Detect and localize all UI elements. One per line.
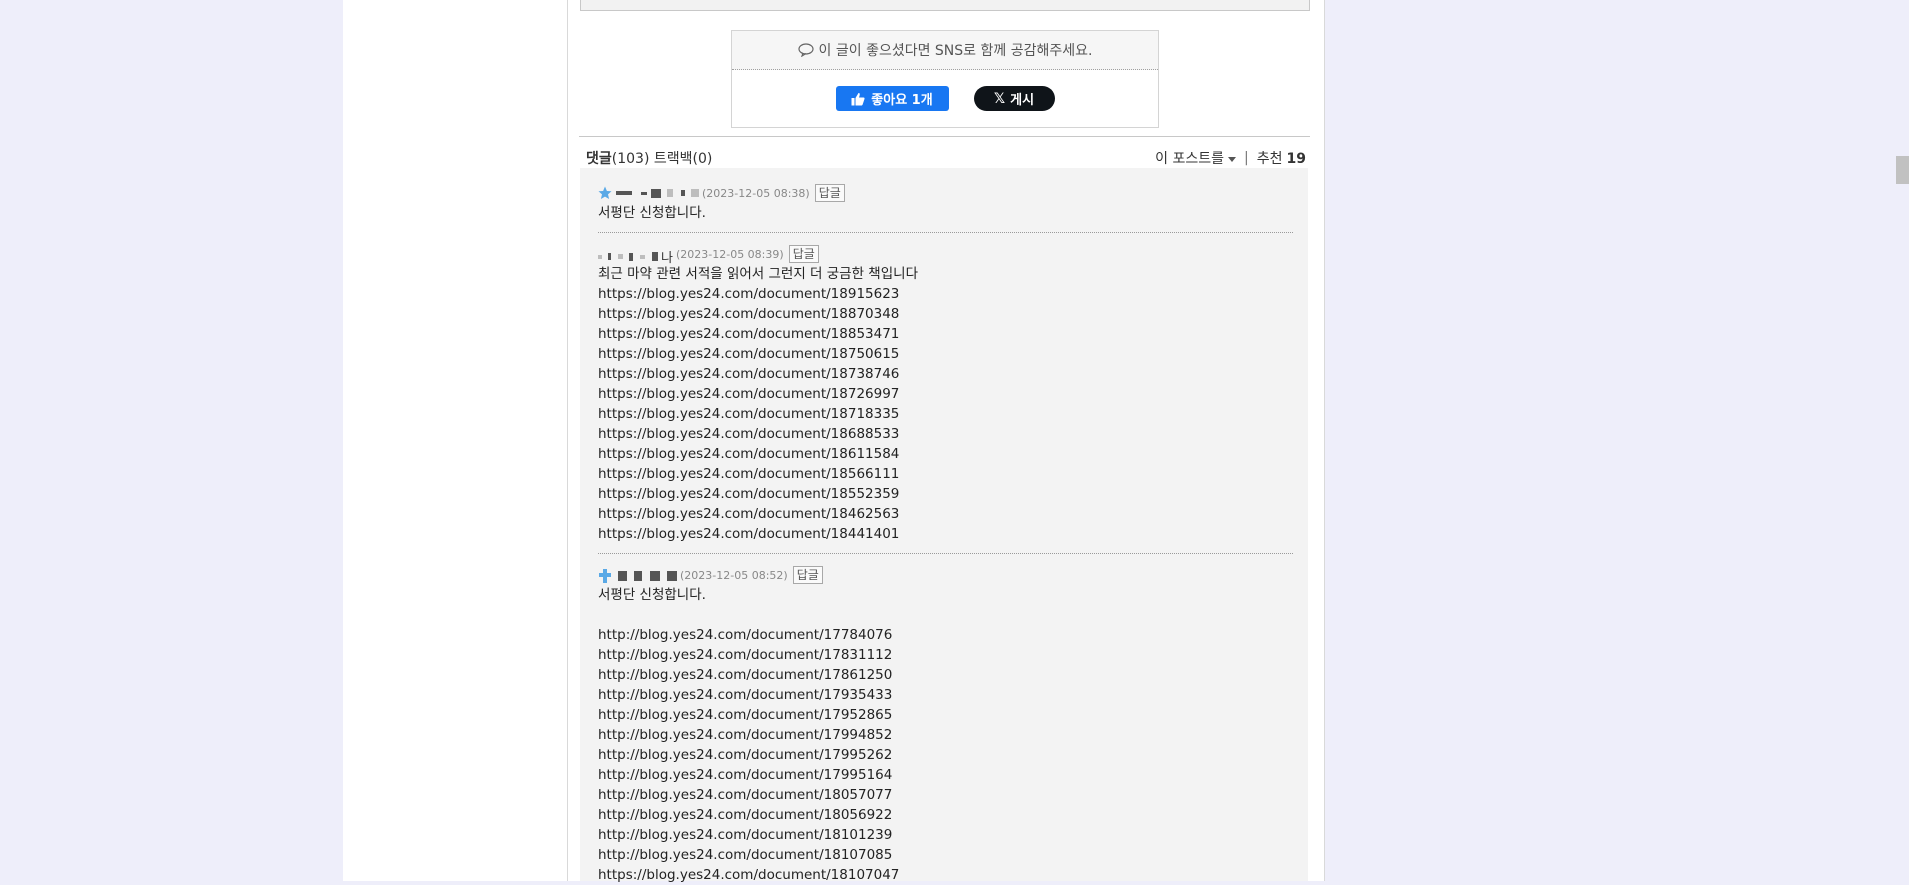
- comment-head: 나 (2023-12-05 08:39) 답글: [598, 244, 1293, 266]
- comment-separator: [598, 553, 1293, 554]
- reply-button[interactable]: 답글: [788, 245, 819, 263]
- recommend-count: 19: [1286, 151, 1306, 167]
- sns-message: 이 글이 좋으셨다면 SNS로 함께 공감해주세요.: [818, 43, 1093, 59]
- commenter-nickname[interactable]: 나: [598, 247, 673, 266]
- comment-link[interactable]: https://blog.yes24.com/document/18915623: [598, 284, 1293, 304]
- x-post-button[interactable]: 𝕏 게시: [973, 86, 1055, 111]
- comment-line: 서평단 신청합니다.: [598, 205, 706, 221]
- sns-message-row: 이 글이 좋으셨다면 SNS로 함께 공감해주세요.: [732, 31, 1158, 70]
- comment-head: (2023-12-05 08:38) 답글: [598, 183, 1293, 203]
- comment-link[interactable]: http://blog.yes24.com/document/17995164: [598, 765, 1293, 785]
- separator: |: [1244, 150, 1249, 166]
- comment-link[interactable]: http://blog.yes24.com/document/17952865: [598, 705, 1293, 725]
- comment-header: 댓글(103) 트랙백(0) 이 포스트를 | 추천 19: [586, 148, 1306, 168]
- comment-link[interactable]: https://blog.yes24.com/document/18566111: [598, 464, 1293, 484]
- comment-link[interactable]: https://blog.yes24.com/document/18726997: [598, 384, 1293, 404]
- comment-link[interactable]: https://blog.yes24.com/document/18552359: [598, 484, 1293, 504]
- comment-link[interactable]: http://blog.yes24.com/document/17935433: [598, 685, 1293, 705]
- comment-date: (2023-12-05 08:52): [680, 568, 788, 582]
- comment-link[interactable]: http://blog.yes24.com/document/17861250: [598, 665, 1293, 685]
- comment-link[interactable]: https://blog.yes24.com/document/18611584: [598, 444, 1293, 464]
- post-menu-dropdown[interactable]: 이 포스트를: [1155, 148, 1237, 168]
- trackback-tab[interactable]: 트랙백(0): [654, 151, 712, 167]
- blogger-badge-icon: [598, 186, 612, 199]
- x-logo-icon: 𝕏: [993, 90, 1006, 107]
- comment-link[interactable]: https://blog.yes24.com/document/18107047: [598, 865, 1293, 885]
- comment-date: (2023-12-05 08:39): [675, 247, 784, 261]
- x-post-label: 게시: [1010, 93, 1035, 108]
- comment-line: 서평단 신청합니다.: [598, 587, 706, 603]
- commenter-nickname[interactable]: [598, 186, 699, 200]
- comment-body: 최근 마약 관련 서적을 읽어서 그런지 더 궁금한 책입니다 https://…: [598, 264, 1293, 544]
- comment-link[interactable]: https://blog.yes24.com/document/18750615: [598, 344, 1293, 364]
- content-right-border: [1324, 0, 1325, 881]
- caret-down-icon: [1228, 156, 1237, 162]
- comment-link[interactable]: https://blog.yes24.com/document/18870348: [598, 304, 1293, 324]
- comment-item: 나 (2023-12-05 08:39) 답글 최근 마약 관련 서적을 읽어서…: [598, 244, 1293, 544]
- sns-share-box: 이 글이 좋으셨다면 SNS로 함께 공감해주세요. 좋아요 1개 𝕏 게시: [731, 30, 1159, 128]
- blogger-badge-icon: [599, 569, 611, 583]
- content-left-border: [567, 0, 568, 881]
- page-container: 이 글이 좋으셨다면 SNS로 함께 공감해주세요. 좋아요 1개 𝕏 게시 댓…: [343, 0, 1325, 883]
- recommend-button[interactable]: 추천 19: [1257, 148, 1306, 168]
- comment-body: 서평단 신청합니다.: [598, 203, 1293, 223]
- comments-tab[interactable]: 댓글(103): [586, 151, 649, 167]
- post-actions: 이 포스트를 | 추천 19: [1155, 148, 1306, 168]
- comment-link[interactable]: http://blog.yes24.com/document/17784076: [598, 625, 1293, 645]
- comment-tabs: 댓글(103) 트랙백(0): [586, 148, 712, 168]
- commenter-nickname[interactable]: [598, 568, 677, 583]
- sns-buttons-row: 좋아요 1개 𝕏 게시: [732, 70, 1158, 127]
- comment-link[interactable]: http://blog.yes24.com/document/18107085: [598, 845, 1293, 865]
- facebook-like-label: 좋아요 1개: [871, 93, 933, 108]
- comment-list: (2023-12-05 08:38) 답글 서평단 신청합니다. 나 (2023…: [580, 168, 1308, 883]
- comment-link[interactable]: http://blog.yes24.com/document/18057077: [598, 785, 1293, 805]
- comment-item: (2023-12-05 08:38) 답글 서평단 신청합니다.: [598, 183, 1293, 223]
- comment-link[interactable]: https://blog.yes24.com/document/18718335: [598, 404, 1293, 424]
- facebook-like-button[interactable]: 좋아요 1개: [835, 86, 949, 111]
- speech-bubble-icon: [797, 43, 814, 57]
- comment-line: [598, 605, 1293, 625]
- comment-body: 서평단 신청합니다. http://blog.yes24.com/documen…: [598, 585, 1293, 885]
- comment-date: (2023-12-05 08:38): [702, 186, 810, 200]
- comment-link[interactable]: http://blog.yes24.com/document/17831112: [598, 645, 1293, 665]
- reply-button[interactable]: 답글: [814, 184, 845, 202]
- comment-link[interactable]: http://blog.yes24.com/document/18101239: [598, 825, 1293, 845]
- comment-item: (2023-12-05 08:52) 답글 서평단 신청합니다. http://…: [598, 565, 1293, 885]
- comment-link[interactable]: https://blog.yes24.com/document/18688533: [598, 424, 1293, 444]
- comment-separator: [598, 232, 1293, 233]
- scrollbar-thumb[interactable]: [1896, 156, 1909, 184]
- comment-link[interactable]: https://blog.yes24.com/document/18738746: [598, 364, 1293, 384]
- comment-line: 최근 마약 관련 서적을 읽어서 그런지 더 궁금한 책입니다: [598, 266, 918, 282]
- comment-link[interactable]: http://blog.yes24.com/document/17994852: [598, 725, 1293, 745]
- comment-link[interactable]: https://blog.yes24.com/document/18462563: [598, 504, 1293, 524]
- post-body-bottom: [580, 0, 1310, 11]
- comment-head: (2023-12-05 08:52) 답글: [598, 565, 1293, 585]
- comment-link[interactable]: http://blog.yes24.com/document/18056922: [598, 805, 1293, 825]
- comment-link[interactable]: http://blog.yes24.com/document/17995262: [598, 745, 1293, 765]
- reply-button[interactable]: 답글: [792, 566, 823, 584]
- comment-link[interactable]: https://blog.yes24.com/document/18853471: [598, 324, 1293, 344]
- section-divider: [579, 136, 1310, 137]
- thumbs-up-icon: [851, 92, 865, 105]
- comment-link[interactable]: https://blog.yes24.com/document/18441401: [598, 524, 1293, 544]
